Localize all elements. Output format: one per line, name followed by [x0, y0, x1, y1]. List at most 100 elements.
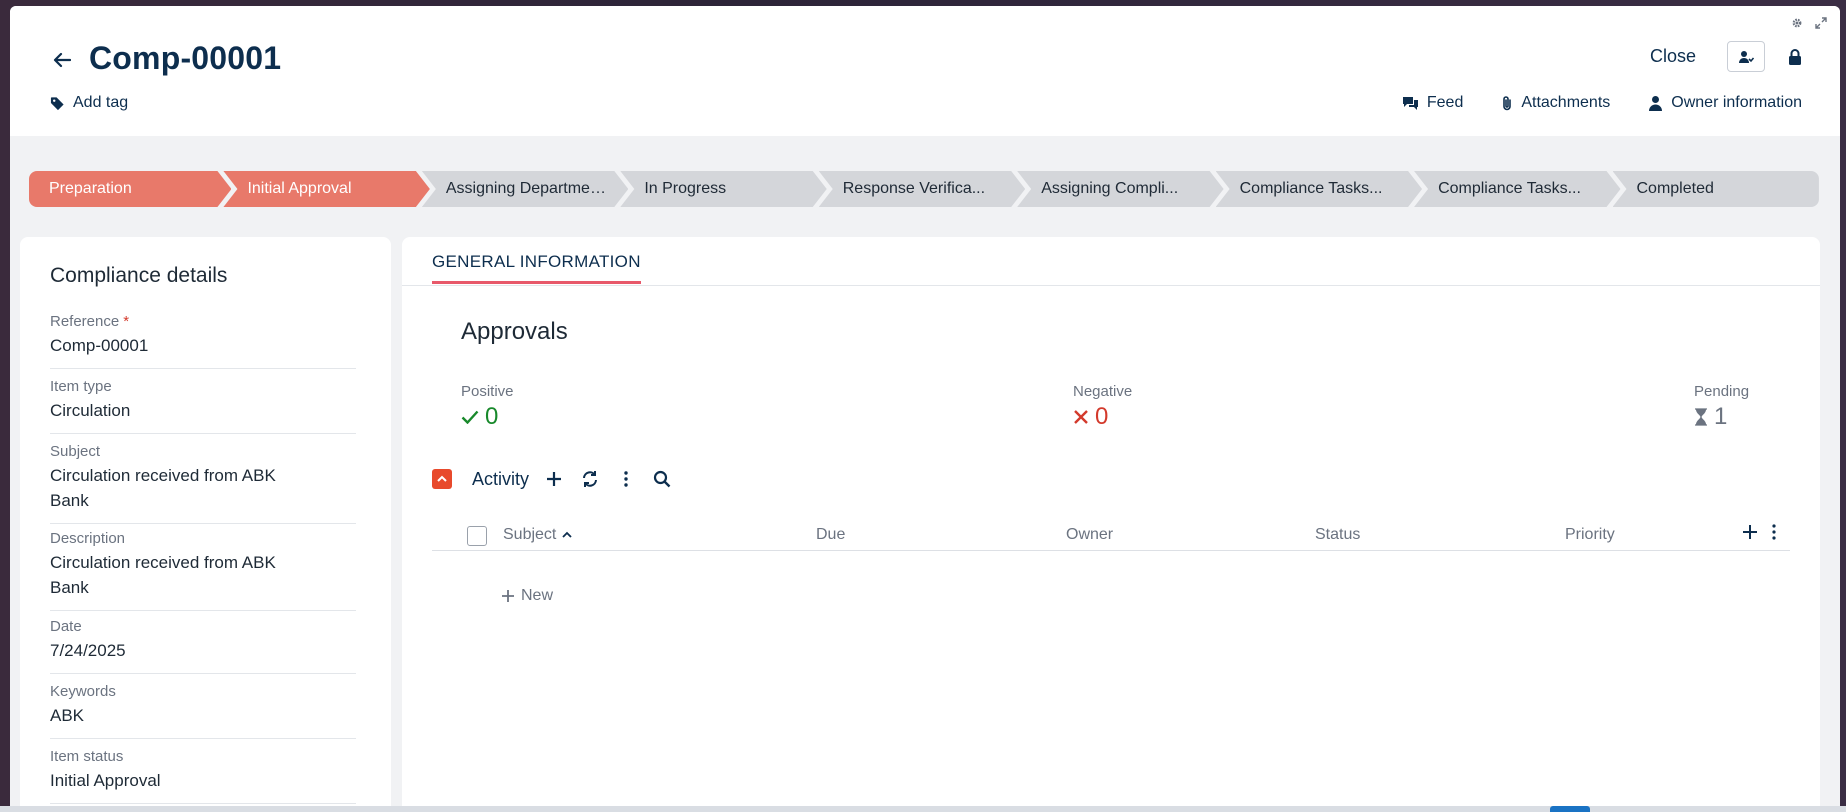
- approvals-positive: Positive 0: [461, 383, 514, 431]
- field-label: Date: [50, 618, 82, 635]
- field-item-status[interactable]: Item status Initial Approval: [50, 748, 356, 804]
- tab-general-information[interactable]: GENERAL INFORMATION: [432, 252, 641, 284]
- negative-count: 0: [1095, 403, 1109, 430]
- close-button[interactable]: Close: [1650, 46, 1696, 67]
- stage-label: Response Verifica...: [842, 180, 986, 197]
- stage-label: In Progress: [644, 180, 727, 197]
- pending-count: 1: [1714, 403, 1728, 430]
- stage-in-progress[interactable]: In Progress: [620, 171, 826, 207]
- arrow-left-icon: [53, 52, 71, 68]
- stage-label: Assigning Department Tasks: [445, 180, 604, 197]
- stage-initial-approval[interactable]: Initial Approval: [223, 171, 429, 207]
- page-header: Comp-00001 Add tag Close Feed Attachment…: [10, 6, 1840, 136]
- header-links: Feed Attachments Owner information: [1402, 94, 1802, 112]
- add-activity-button[interactable]: [543, 468, 565, 490]
- record-window: Comp-00001 Add tag Close Feed Attachment…: [10, 6, 1840, 806]
- field-reference[interactable]: Reference * Comp-00001: [50, 313, 356, 369]
- more-options-button[interactable]: [615, 468, 637, 490]
- stage-label: Assigning Compli...: [1041, 180, 1179, 197]
- select-all-checkbox[interactable]: [467, 526, 487, 546]
- settings-icon[interactable]: [1790, 16, 1804, 30]
- field-label: Subject: [50, 443, 101, 460]
- assign-owner-button[interactable]: [1727, 41, 1765, 72]
- attachments-label: Attachments: [1521, 94, 1611, 111]
- stage-compliance-tasks-2[interactable]: Compliance Tasks...: [1414, 171, 1620, 207]
- x-icon: [1074, 410, 1088, 424]
- field-value: 7/24/2025: [50, 641, 126, 660]
- owner-information-link[interactable]: Owner information: [1648, 94, 1802, 112]
- refresh-icon: [583, 471, 598, 487]
- field-label: Keywords: [50, 683, 116, 700]
- kebab-menu-icon[interactable]: [1772, 524, 1776, 540]
- details-title: Compliance details: [50, 264, 228, 287]
- attachments-link[interactable]: Attachments: [1501, 94, 1610, 112]
- column-owner[interactable]: Owner: [1066, 526, 1113, 544]
- stage-assigning-compliance[interactable]: Assigning Compli...: [1017, 171, 1223, 207]
- hourglass-icon: [1695, 408, 1707, 426]
- lock-button[interactable]: [1784, 46, 1806, 68]
- compliance-details-panel: Compliance details Reference * Comp-00001…: [20, 237, 391, 806]
- stage-label: Compliance Tasks...: [1438, 180, 1581, 197]
- field-keywords[interactable]: Keywords ABK: [50, 683, 356, 739]
- taskbar-indicator: [1550, 806, 1590, 812]
- lock-icon: [1789, 49, 1801, 65]
- approvals-title: Approvals: [461, 318, 568, 345]
- field-value: Circulation received from ABK Bank: [50, 553, 276, 597]
- new-activity-label: New: [521, 587, 554, 604]
- field-label: Item type: [50, 378, 112, 395]
- check-icon: [461, 410, 479, 424]
- stage-label: Completed: [1636, 180, 1714, 197]
- positive-label: Positive: [461, 383, 514, 400]
- column-subject[interactable]: Subject: [503, 526, 573, 544]
- feed-label: Feed: [1426, 94, 1464, 111]
- activity-table-header: Subject Due Owner Status Priority: [432, 521, 1790, 551]
- field-item-type[interactable]: Item type Circulation: [50, 378, 356, 434]
- approvals-pending: Pending 1: [1694, 383, 1749, 431]
- expand-icon[interactable]: [1814, 16, 1828, 30]
- owner-information-label: Owner information: [1671, 94, 1802, 111]
- column-due[interactable]: Due: [816, 526, 845, 544]
- plus-icon: [547, 472, 562, 486]
- feed-icon: [1402, 96, 1418, 110]
- field-value: ABK: [50, 706, 85, 725]
- stage-label: Initial Approval: [247, 180, 352, 197]
- field-date[interactable]: Date 7/24/2025: [50, 618, 356, 674]
- search-activity-button[interactable]: [651, 468, 673, 490]
- stage-compliance-tasks-1[interactable]: Compliance Tasks...: [1216, 171, 1422, 207]
- add-column-icon[interactable]: [1742, 524, 1758, 540]
- person-icon: [1649, 96, 1663, 111]
- stage-preparation[interactable]: Preparation: [29, 171, 231, 207]
- field-value: Circulation received from ABK Bank: [50, 466, 276, 510]
- reference-label: Reference: [50, 313, 120, 330]
- collapse-activity-button[interactable]: [432, 469, 452, 489]
- sort-ascending-icon: [562, 531, 573, 538]
- stage-completed[interactable]: Completed: [1612, 171, 1819, 207]
- stage-label: Compliance Tasks...: [1239, 180, 1383, 197]
- field-description[interactable]: Description Circulation received from AB…: [50, 530, 356, 611]
- activity-label: Activity: [472, 468, 530, 489]
- stage-response-verification[interactable]: Response Verifica...: [819, 171, 1025, 207]
- feed-link[interactable]: Feed: [1402, 94, 1463, 112]
- refresh-button[interactable]: [579, 468, 601, 490]
- paperclip-icon: [1503, 96, 1512, 111]
- field-value: Comp-00001: [50, 336, 149, 355]
- tab-divider: [402, 285, 1820, 286]
- stage-label: Preparation: [49, 180, 132, 197]
- field-value: Circulation: [50, 401, 131, 420]
- stage-progress-bar: Preparation Initial Approval Assigning D…: [29, 171, 1819, 207]
- column-subject-label: Subject: [503, 526, 557, 543]
- negative-label: Negative: [1073, 383, 1133, 400]
- kebab-menu-icon: [624, 471, 628, 487]
- field-label: Description: [50, 530, 126, 547]
- column-status[interactable]: Status: [1315, 526, 1360, 544]
- approvals-negative: Negative 0: [1073, 383, 1132, 431]
- new-activity-button[interactable]: New: [501, 587, 553, 605]
- back-button[interactable]: [48, 46, 76, 74]
- add-tag-button[interactable]: Add tag: [50, 94, 128, 112]
- table-header-actions: [1742, 524, 1776, 540]
- chevron-up-icon: [437, 475, 447, 482]
- field-subject[interactable]: Subject Circulation received from ABK Ba…: [50, 443, 356, 524]
- required-marker: *: [123, 313, 130, 330]
- column-priority[interactable]: Priority: [1565, 526, 1615, 544]
- stage-assigning-department-tasks[interactable]: Assigning Department Tasks: [422, 171, 628, 207]
